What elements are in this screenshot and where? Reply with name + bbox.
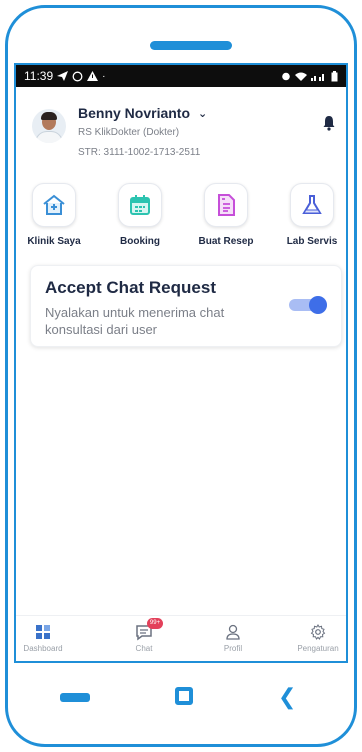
quick-menu: Klinik Saya Booking Buat Resep Lab Servi…	[16, 183, 346, 253]
nav-tab-dashboard[interactable]: Dashboard	[16, 622, 78, 653]
accept-chat-title: Accept Chat Request	[45, 278, 216, 297]
doctor-str-number: STR: 3111-1002-1713-2511	[78, 147, 201, 158]
lab-flask-icon	[302, 195, 322, 214]
menu-label-booking: Booking	[120, 236, 160, 247]
menu-label-lab-servis: Lab Servis	[286, 236, 338, 247]
chevron-down-icon[interactable]: ⌄	[198, 107, 207, 120]
nav-tab-pengaturan[interactable]: Pengaturan	[283, 622, 346, 653]
whatsapp-icon	[72, 71, 83, 81]
user-icon	[226, 624, 240, 640]
gear-icon	[310, 624, 326, 640]
menu-label-klinik-saya: Klinik Saya	[27, 236, 81, 247]
nav-label-pengaturan: Pengaturan	[297, 644, 339, 653]
calendar-icon	[130, 195, 150, 215]
chat-badge: 99+	[147, 618, 163, 629]
menu-item-klinik-saya[interactable]: Klinik Saya	[16, 183, 94, 247]
doctor-hospital: RS KlikDokter (Dokter)	[78, 127, 180, 138]
menu-item-lab-servis[interactable]: Lab Servis	[272, 183, 346, 247]
send-icon	[57, 71, 69, 81]
app-screen: 11:39 · Benny Novrianto ⌄ RS KlikDokter …	[14, 63, 348, 663]
nav-label-chat: Chat	[135, 644, 153, 653]
status-time: 11:39	[24, 69, 54, 83]
clinic-icon	[43, 194, 65, 215]
menu-item-booking[interactable]: Booking	[100, 183, 180, 247]
doctor-name: Benny Novrianto	[78, 105, 191, 121]
nav-label-dashboard: Dashboard	[23, 644, 63, 653]
accept-chat-description: Nyalakan untuk menerima chat konsultasi …	[45, 305, 225, 337]
bottom-nav: Dashboard 99+ Chat Profil Pengaturan	[16, 615, 346, 661]
nav-tab-chat[interactable]: 99+ Chat	[109, 618, 179, 653]
alarm-icon	[282, 72, 290, 81]
accept-chat-card: Accept Chat Request Nyalakan untuk mener…	[30, 265, 342, 347]
menu-label-buat-resep: Buat Resep	[198, 236, 254, 247]
phone-speaker	[150, 41, 232, 50]
menu-item-buat-resep[interactable]: Buat Resep	[186, 183, 266, 247]
avatar[interactable]	[32, 109, 66, 143]
home-button[interactable]	[175, 687, 193, 705]
back-button[interactable]: ❮	[278, 684, 296, 710]
prescription-icon	[218, 194, 235, 216]
battery-icon	[331, 70, 338, 81]
status-bar: 11:39 ·	[16, 65, 346, 87]
dashboard-icon	[36, 625, 50, 639]
wifi-icon	[295, 72, 307, 81]
dot-icon: ·	[102, 70, 106, 82]
recent-apps-button[interactable]	[60, 693, 90, 702]
warning-icon	[87, 71, 99, 81]
accept-chat-toggle[interactable]	[289, 296, 327, 314]
bell-icon[interactable]	[322, 115, 336, 131]
nav-tab-profil[interactable]: Profil	[198, 622, 268, 653]
signal-icon	[311, 73, 324, 81]
nav-label-profil: Profil	[223, 644, 243, 653]
doctor-profile[interactable]: Benny Novrianto ⌄ RS KlikDokter (Dokter)…	[28, 105, 338, 165]
